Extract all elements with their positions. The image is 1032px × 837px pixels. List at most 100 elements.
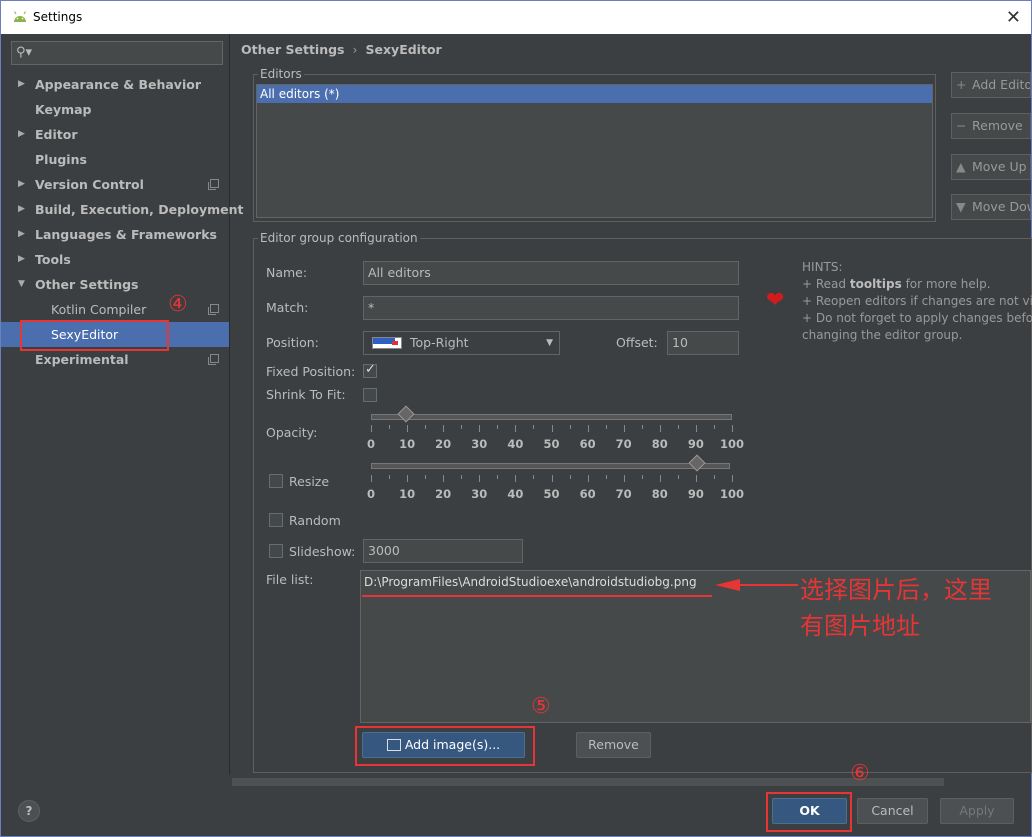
sidebar-item-label: Keymap <box>35 102 92 117</box>
slider-tick <box>407 425 409 432</box>
position-select[interactable]: Top-Right ▼ <box>363 331 560 355</box>
slideshow-interval-field[interactable]: 3000 <box>363 539 523 563</box>
search-input[interactable] <box>36 44 216 62</box>
help-button[interactable]: ? <box>18 800 40 822</box>
slider-tick <box>389 425 391 429</box>
opacity-slider-track[interactable] <box>371 414 732 420</box>
fixed-position-checkbox[interactable] <box>363 362 377 378</box>
sidebar-item-build[interactable]: ▶ Build, Execution, Deployment <box>1 197 243 222</box>
hints-line-4: changing the editor group. <box>802 328 963 342</box>
slider-tick <box>533 425 535 429</box>
slider-tick <box>605 425 607 429</box>
random-label: Random <box>289 513 341 528</box>
slider-tick <box>407 475 409 482</box>
name-label: Name: <box>266 265 308 280</box>
sidebar-item-languages[interactable]: ▶ Languages & Frameworks <box>1 222 229 247</box>
slider-tick-label: 30 <box>471 487 488 501</box>
sidebar-item-label: Plugins <box>35 152 87 167</box>
expand-arrow-icon[interactable]: ▶ <box>18 72 25 97</box>
sidebar-item-label: Appearance & Behavior <box>35 77 201 92</box>
sidebar-item-label: Version Control <box>35 177 144 192</box>
slider-tick <box>695 425 697 432</box>
expand-arrow-icon[interactable]: ▶ <box>18 172 25 197</box>
slider-tick-label: 70 <box>615 487 632 501</box>
breadcrumb-current: SexyEditor <box>365 42 442 57</box>
slider-tick <box>551 475 553 482</box>
slider-tick-label: 60 <box>579 487 596 501</box>
name-field[interactable]: All editors <box>363 261 739 285</box>
slider-tick-label: 0 <box>366 437 376 451</box>
hints-line-2: + Reopen editors if changes are not vi <box>802 294 1032 308</box>
random-checkbox[interactable] <box>269 513 283 527</box>
resize-slider-track[interactable] <box>371 463 730 469</box>
sidebar-item-kotlin-compiler[interactable]: Kotlin Compiler <box>1 297 229 322</box>
slider-tick <box>587 425 589 432</box>
slider-tick-label: 10 <box>399 487 416 501</box>
arrow-down-icon: ▼ <box>956 199 966 214</box>
list-item[interactable]: All editors (*) <box>257 85 932 103</box>
match-field[interactable]: * <box>363 296 739 320</box>
slider-tick <box>623 425 625 432</box>
position-value: Top-Right <box>410 335 469 350</box>
collapse-arrow-icon[interactable]: ▼ <box>18 272 25 297</box>
remove-image-button[interactable]: Remove <box>576 732 651 758</box>
remove-editor-button[interactable]: − Remove <box>951 113 1031 139</box>
horizontal-scrollbar[interactable] <box>232 778 944 786</box>
annotation-arrow <box>362 579 798 597</box>
hints-line-1: + Read tooltips for more help. <box>802 277 991 291</box>
shrink-to-fit-checkbox[interactable] <box>363 388 377 402</box>
project-settings-icon <box>208 304 219 315</box>
cancel-button[interactable]: Cancel <box>857 798 928 824</box>
slider-tick <box>497 475 499 479</box>
editors-group-legend: Editors <box>258 67 304 81</box>
expand-arrow-icon[interactable]: ▶ <box>18 122 25 147</box>
slider-tick-label: 100 <box>719 487 745 501</box>
search-field[interactable]: ⚲▾ <box>11 41 223 65</box>
annotation-step-6: ⑥ <box>850 761 870 786</box>
expand-arrow-icon[interactable]: ▶ <box>18 222 25 247</box>
chevron-down-icon: ▼ <box>546 338 553 348</box>
slider-tick <box>515 425 517 432</box>
editors-list[interactable]: All editors (*) <box>256 84 933 218</box>
position-label: Position: <box>266 335 319 350</box>
annotation-highlight-ok <box>766 792 852 832</box>
sidebar-item-version-control[interactable]: ▶ Version Control <box>1 172 229 197</box>
slideshow-checkbox[interactable] <box>269 544 283 558</box>
slider-tick-label: 80 <box>651 487 668 501</box>
window-title: Settings <box>33 10 83 24</box>
slider-tick-label: 90 <box>687 487 704 501</box>
search-icon: ⚲▾ <box>16 45 33 60</box>
arrow-up-icon: ▲ <box>956 159 966 174</box>
sidebar-item-appearance[interactable]: ▶ Appearance & Behavior <box>1 72 229 97</box>
move-down-button[interactable]: ▼Move Down <box>951 194 1031 220</box>
slider-tick-label: 40 <box>507 437 524 451</box>
sidebar-item-editor[interactable]: ▶ Editor <box>1 122 229 147</box>
expand-arrow-icon[interactable]: ▶ <box>18 247 25 272</box>
slider-tick-label: 40 <box>507 487 524 501</box>
sidebar-item-tools[interactable]: ▶ Tools <box>1 247 229 272</box>
add-editor-button[interactable]: + Add Editor <box>951 72 1031 98</box>
config-legend: Editor group configuration <box>258 231 420 245</box>
offset-label: Offset: <box>616 335 658 350</box>
expand-arrow-icon[interactable]: ▶ <box>18 197 25 222</box>
slider-tick <box>713 425 715 429</box>
slider-tick <box>569 475 571 479</box>
settings-sidebar: ⚲▾ ▶ Appearance & Behavior Keymap ▶ Edit… <box>1 34 243 775</box>
annotation-highlight-add-image <box>355 726 535 766</box>
sidebar-item-plugins[interactable]: Plugins <box>1 147 229 172</box>
sidebar-item-other-settings[interactable]: ▼ Other Settings <box>1 272 229 297</box>
project-settings-icon <box>208 179 219 190</box>
close-icon[interactable]: ✕ <box>1006 7 1021 28</box>
slider-tick <box>641 475 643 479</box>
slider-tick <box>659 425 661 432</box>
file-list-label: File list: <box>266 572 314 587</box>
resize-checkbox[interactable] <box>269 474 283 488</box>
apply-button[interactable]: Apply <box>940 798 1014 824</box>
move-up-button[interactable]: ▲ Move Up <box>951 154 1031 180</box>
slider-tick <box>371 425 372 432</box>
slider-tick-label: 70 <box>615 437 632 451</box>
sidebar-item-keymap[interactable]: Keymap <box>1 97 229 122</box>
heart-icon: ❤ <box>766 288 785 313</box>
offset-field[interactable]: 10 <box>667 331 739 355</box>
slider-tick-label: 0 <box>366 487 376 501</box>
